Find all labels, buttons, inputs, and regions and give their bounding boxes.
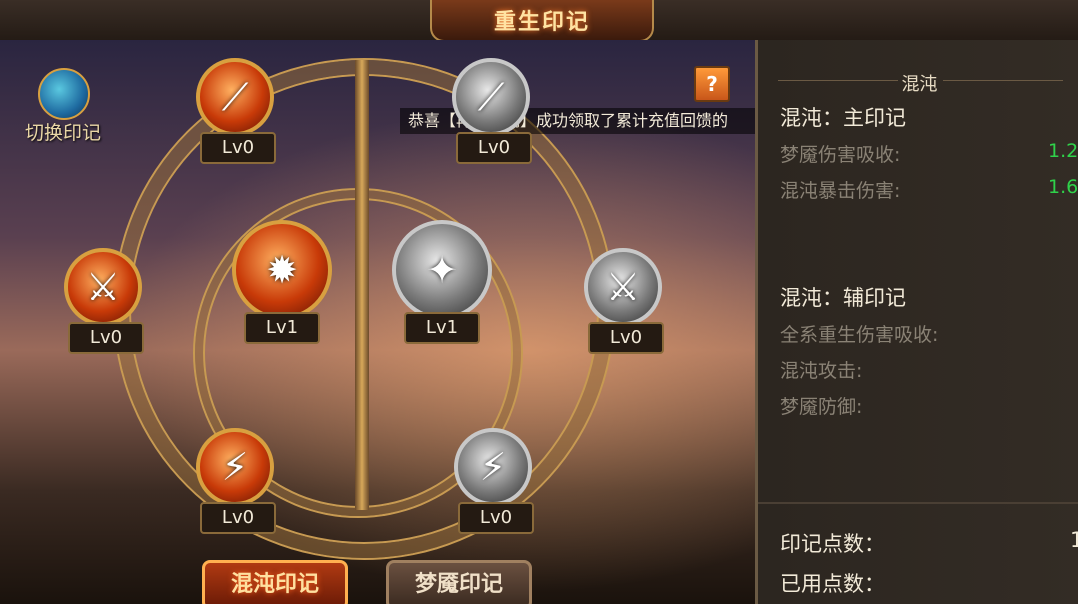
node-level: Lv0 bbox=[200, 502, 276, 534]
aux-stat-label: 全系重生伤害吸收: bbox=[780, 324, 939, 346]
chaos-sigil-icon: ✹ bbox=[232, 220, 332, 320]
swap-arrows-icon bbox=[38, 68, 90, 120]
switch-mark-button[interactable]: 切换印记 bbox=[18, 68, 108, 148]
nightmare-node-crossed-swords[interactable]: ⚔ Lv0 bbox=[576, 248, 672, 366]
node-level: Lv1 bbox=[244, 312, 320, 344]
switch-mark-label: 切换印记 bbox=[24, 122, 101, 144]
main-stat-value: 1.2 bbox=[1048, 140, 1078, 162]
node-level: Lv0 bbox=[456, 132, 532, 164]
tab-nightmare-mark[interactable]: 梦魇印记 bbox=[386, 560, 532, 604]
main-stat-label: 梦魇伤害吸收: bbox=[780, 144, 901, 166]
game-frame: 重生印记 切换印记 ? 恭喜【再见江湖】成功领取了累计充值回馈的 ⟋ Lv0 ⚔… bbox=[0, 0, 1078, 604]
chaos-node-lightning-blade[interactable]: ⚡ Lv0 bbox=[188, 428, 284, 546]
used-points-label: 已用点数： bbox=[780, 572, 885, 596]
lightning-blade-icon: ⚡ bbox=[454, 428, 532, 506]
main-stat-label: 混沌暴击伤害: bbox=[780, 180, 901, 202]
arrow-burst-icon: ⟋ bbox=[452, 58, 530, 136]
window-title: 重生印记 bbox=[430, 0, 654, 42]
chaos-node-core[interactable]: ✹ Lv1 bbox=[222, 220, 342, 350]
arrow-burst-icon: ⟋ bbox=[196, 58, 274, 136]
aux-mark-header: 混沌：辅印记 bbox=[780, 286, 906, 310]
nightmare-node-arrow-burst[interactable]: ⟋ Lv0 bbox=[444, 58, 540, 176]
stats-panel: 混沌 混沌：主印记 梦魇伤害吸收: 1.2 混沌暴击伤害: 1.6 混沌：辅印记… bbox=[755, 40, 1078, 604]
node-level: Lv0 bbox=[200, 132, 276, 164]
node-level: Lv0 bbox=[68, 322, 144, 354]
help-button[interactable]: ? bbox=[694, 66, 730, 102]
mark-scene: 切换印记 ? 恭喜【再见江湖】成功领取了累计充值回馈的 ⟋ Lv0 ⚔ Lv0 … bbox=[0, 40, 755, 604]
crossed-swords-icon: ⚔ bbox=[584, 248, 662, 326]
panel-divider bbox=[758, 502, 1078, 504]
node-level: Lv0 bbox=[458, 502, 534, 534]
node-level: Lv0 bbox=[588, 322, 664, 354]
nightmare-sigil-icon: ✦ bbox=[392, 220, 492, 320]
mark-points-label: 印记点数： bbox=[780, 532, 885, 556]
panel-title: 混沌 bbox=[901, 74, 938, 95]
main-stat-value: 1.6 bbox=[1048, 176, 1078, 198]
nightmare-node-core[interactable]: ✦ Lv1 bbox=[382, 220, 502, 350]
title-divider-right bbox=[943, 80, 1063, 81]
main-mark-header: 混沌：主印记 bbox=[780, 106, 906, 130]
tab-chaos-mark[interactable]: 混沌印记 bbox=[202, 560, 348, 604]
chaos-node-crossed-swords[interactable]: ⚔ Lv0 bbox=[56, 248, 152, 366]
chaos-node-arrow-burst[interactable]: ⟋ Lv0 bbox=[188, 58, 284, 176]
mark-points-value: 1 bbox=[1070, 528, 1078, 552]
nightmare-node-lightning-blade[interactable]: ⚡ Lv0 bbox=[446, 428, 542, 546]
node-level: Lv1 bbox=[404, 312, 480, 344]
crossed-swords-icon: ⚔ bbox=[64, 248, 142, 326]
aux-stat-label: 梦魇防御: bbox=[780, 396, 863, 418]
center-divider bbox=[355, 60, 369, 510]
lightning-blade-icon: ⚡ bbox=[196, 428, 274, 506]
aux-stat-label: 混沌攻击: bbox=[780, 360, 863, 382]
